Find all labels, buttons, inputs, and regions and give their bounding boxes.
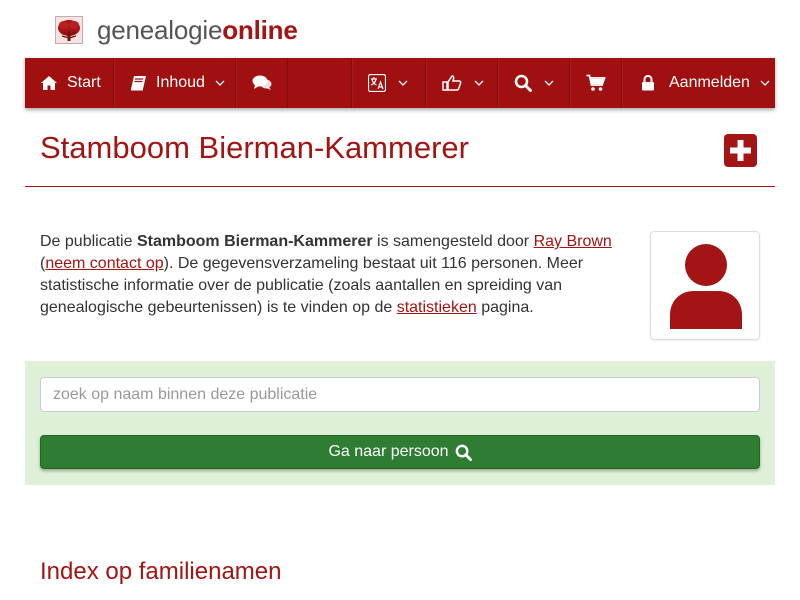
main-navbar: Start Inhoud Aanmelden (25, 58, 775, 108)
author-link[interactable]: Ray Brown (534, 233, 612, 250)
nav-login-label: Aanmelden (669, 74, 750, 91)
home-icon (40, 75, 58, 91)
chevron-down-icon (474, 80, 484, 86)
site-name-strong: online (222, 14, 298, 45)
plus-square-icon (729, 139, 752, 162)
nav-cart[interactable] (570, 58, 622, 108)
author-avatar (650, 231, 760, 340)
title-row: Stamboom Bierman-Kammerer (25, 110, 775, 187)
nav-like[interactable] (426, 58, 498, 108)
publication-name: Stamboom Bierman-Kammerer (136, 233, 373, 250)
chevron-down-icon (760, 80, 770, 86)
search-icon (514, 74, 532, 92)
nav-inhoud[interactable]: Inhoud (114, 58, 236, 108)
go-to-person-button[interactable]: Ga naar persoon (40, 435, 760, 469)
nav-start-label: Start (67, 74, 101, 91)
intro-text-2: is samengesteld door (372, 233, 534, 250)
cart-icon (586, 74, 606, 92)
person-search-input[interactable] (40, 377, 760, 412)
add-button[interactable] (724, 134, 757, 167)
page-title: Stamboom Bierman-Kammerer (40, 130, 469, 165)
contact-link[interactable]: neem contact op (45, 255, 163, 272)
nav-language[interactable] (352, 58, 426, 108)
search-icon (455, 444, 472, 461)
comments-icon (252, 75, 272, 91)
surname-index-heading: Index op familienamen (40, 558, 282, 585)
intro-text-5: pagina. (476, 299, 534, 316)
statistics-link[interactable]: statistieken (397, 299, 477, 316)
nav-start[interactable]: Start (25, 58, 114, 108)
person-search-panel: Ga naar persoon (25, 361, 775, 485)
book-icon (130, 75, 147, 91)
chevron-down-icon (544, 80, 554, 86)
avatar (658, 239, 753, 333)
site-name-light: genealogie (97, 14, 223, 45)
lock-icon (641, 75, 655, 91)
chevron-down-icon (398, 80, 408, 86)
chevron-down-icon (215, 80, 225, 86)
site-name: genealogieonline (97, 15, 298, 46)
nav-login[interactable]: Aanmelden (622, 58, 775, 108)
thumbs-up-icon (442, 75, 462, 91)
site-logo[interactable]: genealogieonline (55, 14, 298, 46)
publication-intro: De publicatie Stamboom Bierman-Kammerer … (40, 231, 630, 319)
go-to-person-label: Ga naar persoon (328, 443, 449, 460)
language-icon (368, 74, 386, 92)
nav-forum[interactable] (236, 58, 288, 108)
intro-text-1: De publicatie (40, 233, 137, 250)
tree-logo-icon (55, 16, 83, 44)
nav-search[interactable] (498, 58, 570, 108)
nav-inhoud-label: Inhoud (156, 74, 205, 91)
nav-spacer (288, 58, 352, 108)
user-icon (668, 243, 744, 329)
